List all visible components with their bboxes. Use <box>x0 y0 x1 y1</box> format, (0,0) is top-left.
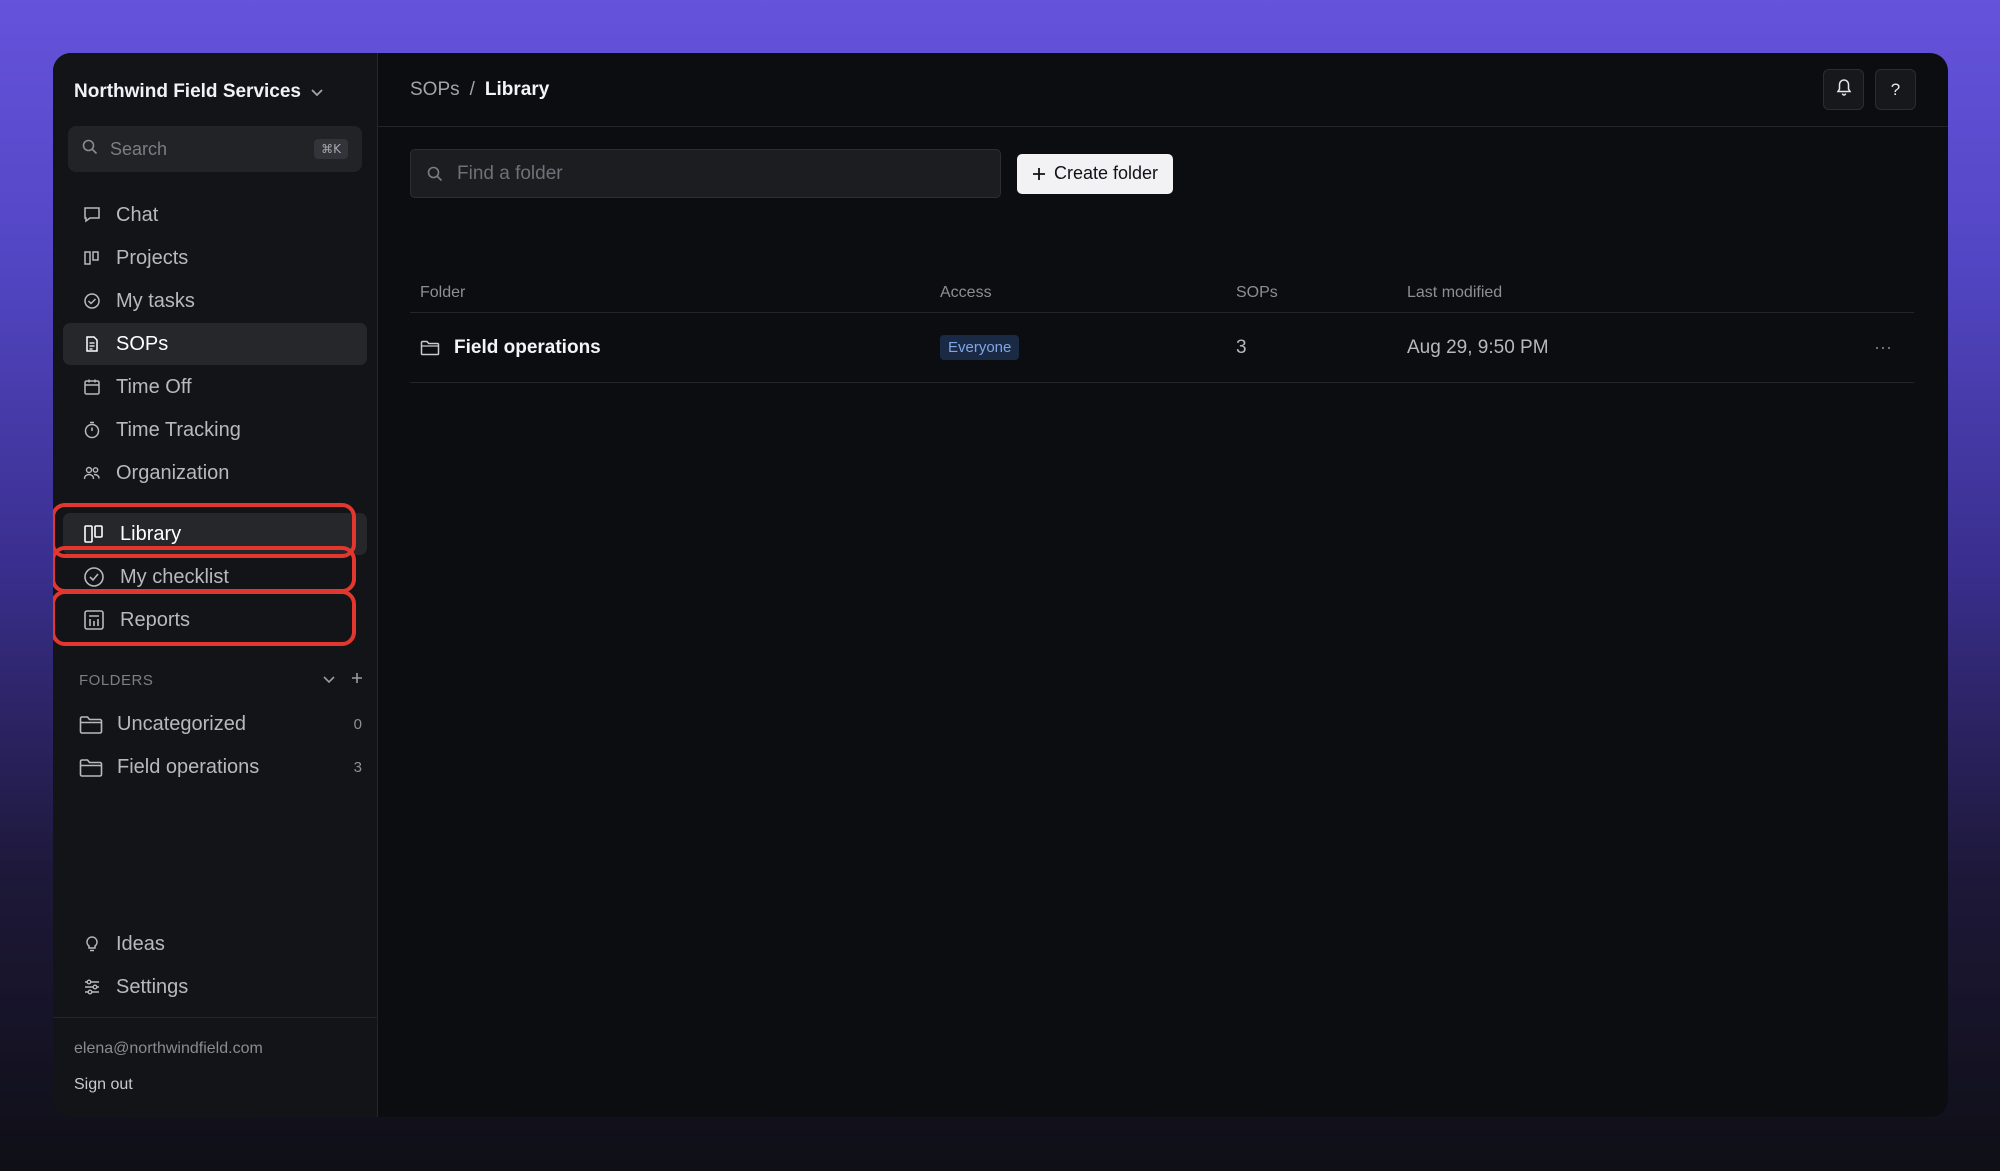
nav-item-organization[interactable]: Organization <box>63 452 367 494</box>
people-icon <box>82 463 102 483</box>
main-nav: Chat Projects My tasks SOPs Time Off Tim… <box>63 194 367 495</box>
folder-name: Field operations <box>117 756 260 778</box>
columns-icon <box>82 248 102 268</box>
nav-item-label: SOPs <box>116 332 169 355</box>
nav-item-label: Ideas <box>116 932 165 955</box>
search-icon <box>427 166 443 182</box>
folders-table: Folder Access SOPs Last modified Field o… <box>410 273 1914 383</box>
nav-item-label: Chat <box>116 203 159 226</box>
folder-count: 0 <box>353 716 362 733</box>
highlight-my-checklist <box>53 546 356 593</box>
breadcrumb: SOPs / Library <box>410 79 549 101</box>
sign-out-link[interactable]: Sign out <box>74 1076 357 1094</box>
create-folder-button[interactable]: Create folder <box>1017 153 1174 194</box>
nav-item-settings[interactable]: Settings <box>63 966 367 1008</box>
nav-item-label: My tasks <box>116 289 195 312</box>
document-icon <box>82 334 102 354</box>
folders-header: FOLDERS <box>79 671 363 689</box>
chevron-down-icon <box>311 84 323 100</box>
nav-item-time-off[interactable]: Time Off <box>63 366 367 408</box>
table-row[interactable]: Field operations Everyone 3 Aug 29, 9:50… <box>410 313 1914 383</box>
breadcrumb-parent[interactable]: SOPs <box>410 79 460 101</box>
nav-item-label: Settings <box>116 975 189 998</box>
folder-item-field-operations[interactable]: Field operations 3 <box>79 746 363 789</box>
search-shortcut: ⌘K <box>314 139 348 159</box>
nav-item-label: Organization <box>116 461 230 484</box>
folder-icon <box>420 340 440 356</box>
nav-item-projects[interactable]: Projects <box>63 237 367 279</box>
user-footer: elena@northwindfield.com Sign out <box>53 1017 378 1094</box>
check-circle-icon <box>82 291 102 311</box>
nav-item-label: Projects <box>116 246 189 269</box>
highlight-reports <box>53 590 356 646</box>
nav-item-my-tasks[interactable]: My tasks <box>63 280 367 322</box>
sidebar: Northwind Field Services Search ⌘K Chat … <box>53 53 378 1117</box>
workspace-name: Northwind Field Services <box>74 81 301 102</box>
nav-item-time-tracking[interactable]: Time Tracking <box>63 409 367 451</box>
chat-icon <box>82 205 102 225</box>
create-folder-label: Create folder <box>1054 163 1159 183</box>
nav-item-sops[interactable]: SOPs <box>63 323 367 365</box>
nav-item-ideas[interactable]: Ideas <box>63 923 367 965</box>
lightbulb-icon <box>82 934 102 954</box>
nav-item-label: Time Tracking <box>116 418 241 441</box>
folder-list: Uncategorized 0 Field operations 3 <box>79 703 363 789</box>
folder-icon <box>79 758 103 778</box>
column-header-last-modified[interactable]: Last modified <box>1407 284 1874 302</box>
user-email: elena@northwindfield.com <box>74 1040 263 1057</box>
help-button[interactable]: ? <box>1875 69 1916 110</box>
search-input[interactable]: Search ⌘K <box>68 126 362 172</box>
notifications-button[interactable] <box>1823 69 1864 110</box>
nav-item-label: Time Off <box>116 375 192 398</box>
bottom-nav: Ideas Settings <box>63 923 367 1009</box>
bell-icon <box>1836 78 1852 101</box>
column-header-sops[interactable]: SOPs <box>1236 284 1407 302</box>
more-actions-button[interactable]: ··· <box>1874 337 1914 358</box>
stopwatch-icon <box>82 420 102 440</box>
sliders-icon <box>82 977 102 997</box>
calendar-icon <box>82 377 102 397</box>
breadcrumb-current: Library <box>484 78 550 100</box>
last-modified: Aug 29, 9:50 PM <box>1407 336 1549 358</box>
folder-item-uncategorized[interactable]: Uncategorized 0 <box>79 703 363 746</box>
add-folder-icon[interactable] <box>351 671 363 689</box>
sop-count: 3 <box>1236 336 1247 358</box>
table-header: Folder Access SOPs Last modified <box>410 273 1914 313</box>
find-folder-input[interactable]: Find a folder <box>410 149 1001 198</box>
workspace-switcher[interactable]: Northwind Field Services <box>74 81 323 103</box>
chevron-down-icon[interactable] <box>323 671 335 689</box>
main-content: SOPs / Library ? Find a folder Create fo… <box>378 53 1948 1117</box>
folder-name: Uncategorized <box>117 713 246 735</box>
folder-count: 3 <box>353 759 362 776</box>
column-header-access[interactable]: Access <box>940 284 1236 302</box>
folder-name[interactable]: Field operations <box>454 337 601 359</box>
find-folder-placeholder: Find a folder <box>457 162 563 184</box>
column-header-folder[interactable]: Folder <box>410 284 940 302</box>
access-badge: Everyone <box>940 335 1020 360</box>
folder-icon <box>79 715 103 735</box>
nav-item-chat[interactable]: Chat <box>63 194 367 236</box>
search-icon <box>82 139 98 160</box>
topbar: SOPs / Library ? <box>378 53 1948 127</box>
breadcrumb-separator: / <box>469 78 475 100</box>
toolbar: Find a folder Create folder <box>410 149 1174 198</box>
search-placeholder: Search <box>110 138 168 159</box>
app-window: Northwind Field Services Search ⌘K Chat … <box>53 53 1948 1117</box>
help-icon: ? <box>1890 79 1901 99</box>
plus-icon <box>1032 163 1046 185</box>
folders-title: FOLDERS <box>79 671 154 689</box>
